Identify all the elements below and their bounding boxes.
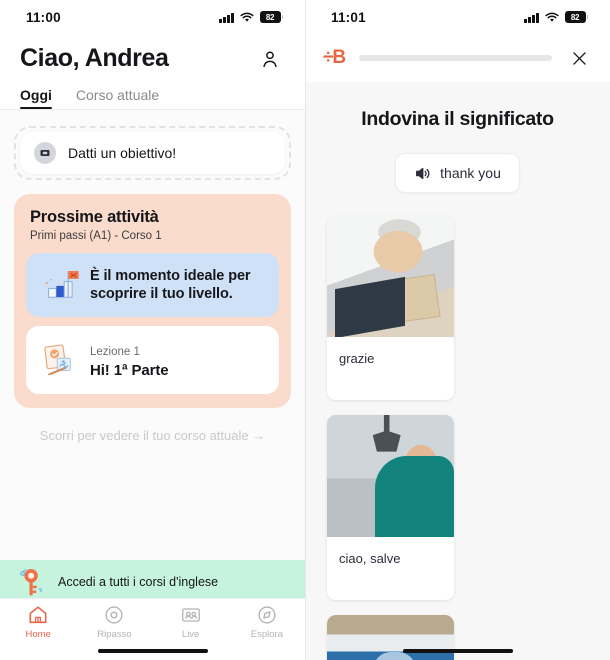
tab-oggi[interactable]: Oggi [20, 87, 52, 109]
nav-item-home[interactable]: Home [0, 604, 76, 640]
goal-card-label: Datti un obiettivo! [68, 145, 177, 161]
tab-corso-attuale[interactable]: Corso attuale [76, 87, 159, 109]
wifi-icon [544, 12, 559, 23]
woman-receiving-package-image [327, 215, 454, 337]
upcoming-activities-card: Prossime attività Primi passi (A1) - Cor… [14, 194, 291, 408]
lesson-eyebrow: Lezione 1 [90, 345, 140, 358]
lesson-title: Hi! 1ª Parte [90, 361, 169, 379]
dual-phone-screenshot: 11:00 82 Ciao, Andrea Oggi Corso attuale… [0, 0, 610, 660]
home-content: Datti un obiettivo! Prossime attività Pr… [0, 126, 305, 443]
answer-option-label: ciao, salve [339, 551, 401, 566]
status-time: 11:01 [331, 9, 366, 25]
lesson-card[interactable]: Lezione 1 Hi! 1ª Parte [26, 326, 279, 394]
exercise-title: Indovina il significato [361, 108, 554, 130]
nav-label-live: Live [181, 629, 200, 640]
status-indicators: 82 [219, 11, 283, 23]
tab-bar: Oggi Corso attuale [20, 87, 285, 109]
bottom-navigation: Home Ripasso Live Esplora [0, 598, 305, 660]
battery-icon: 82 [564, 11, 588, 23]
home-screen: 11:00 82 Ciao, Andrea Oggi Corso attuale… [0, 0, 305, 660]
audio-prompt-word: thank you [440, 165, 501, 181]
answer-option-card[interactable]: ciao, salve [327, 415, 454, 600]
live-screen-icon [180, 604, 202, 626]
lesson-header: ÷B [305, 34, 610, 82]
nav-item-esplora[interactable]: Esplora [229, 604, 305, 640]
target-badge-icon [34, 142, 56, 164]
nav-label-esplora: Esplora [250, 629, 283, 640]
cellular-signal-icon [524, 12, 539, 23]
wifi-icon [239, 12, 254, 23]
battery-level: 82 [564, 11, 586, 23]
answer-option-card[interactable]: arrivederci, ciao [327, 615, 454, 660]
audio-prompt-button[interactable]: thank you [395, 153, 520, 193]
answer-option-card[interactable]: grazie [327, 215, 454, 400]
close-icon[interactable] [566, 45, 592, 71]
home-indicator [97, 649, 208, 653]
answer-options-grid: grazie ciao, salve arrivederci, ciao [321, 215, 594, 660]
nav-item-live[interactable]: Live [153, 604, 229, 640]
upcoming-activities-title: Prossime attività [30, 208, 159, 226]
exercise-content: Indovina il significato thank you grazie… [305, 108, 610, 660]
all-courses-banner-label: Accedi a tutti i corsi d'inglese [58, 575, 219, 589]
answer-option-label: grazie [339, 351, 375, 366]
page-title: Ciao, Andrea [20, 44, 169, 72]
speaker-icon [414, 166, 431, 181]
babbel-logo: ÷B [323, 47, 346, 68]
nav-label-home: Home [25, 629, 51, 640]
woman-waving-from-balcony-image [327, 415, 454, 537]
lesson-exercise-screen: 11:01 82 ÷B Indovina il significato than… [305, 0, 610, 660]
home-header: Ciao, Andrea Oggi Corso attuale [0, 34, 305, 109]
placement-test-card[interactable]: È il momento ideale per scoprire il tuo l… [26, 253, 279, 317]
status-time: 11:00 [26, 9, 61, 25]
flag-chart-icon [38, 264, 80, 306]
nav-label-ripasso: Ripasso [97, 629, 132, 640]
battery-level: 82 [259, 11, 281, 23]
battery-icon: 82 [259, 11, 283, 23]
compass-icon [256, 604, 278, 626]
screen-divider [305, 0, 306, 660]
placement-test-label: È il momento ideale per scoprire il tuo l… [90, 267, 251, 302]
nav-item-ripasso[interactable]: Ripasso [76, 604, 152, 640]
header-divider [0, 109, 305, 110]
cellular-signal-icon [219, 12, 234, 23]
upcoming-activities-subtitle: Primi passi (A1) - Corso 1 [30, 230, 162, 242]
key-icon [16, 565, 48, 599]
man-waving-at-train-station-image [327, 615, 454, 660]
goal-card-dashed-frame: Datti un obiettivo! [14, 126, 291, 180]
audio-prompt-row: thank you [321, 153, 594, 193]
status-bar-left: 11:00 82 [0, 0, 305, 34]
home-indicator [402, 649, 513, 653]
goal-card[interactable]: Datti un obiettivo! [20, 132, 285, 174]
person-icon[interactable] [259, 48, 281, 70]
notebook-pencil-icon [38, 339, 80, 381]
circle-target-icon [103, 604, 125, 626]
scroll-hint: Scorri per vedere il tuo corso attuale → [39, 428, 266, 443]
status-bar-right: 11:01 82 [305, 0, 610, 34]
lesson-text-block: Lezione 1 Hi! 1ª Parte [90, 342, 169, 379]
home-icon [27, 604, 49, 626]
status-indicators: 82 [524, 11, 588, 23]
lesson-progress-bar [359, 55, 552, 61]
